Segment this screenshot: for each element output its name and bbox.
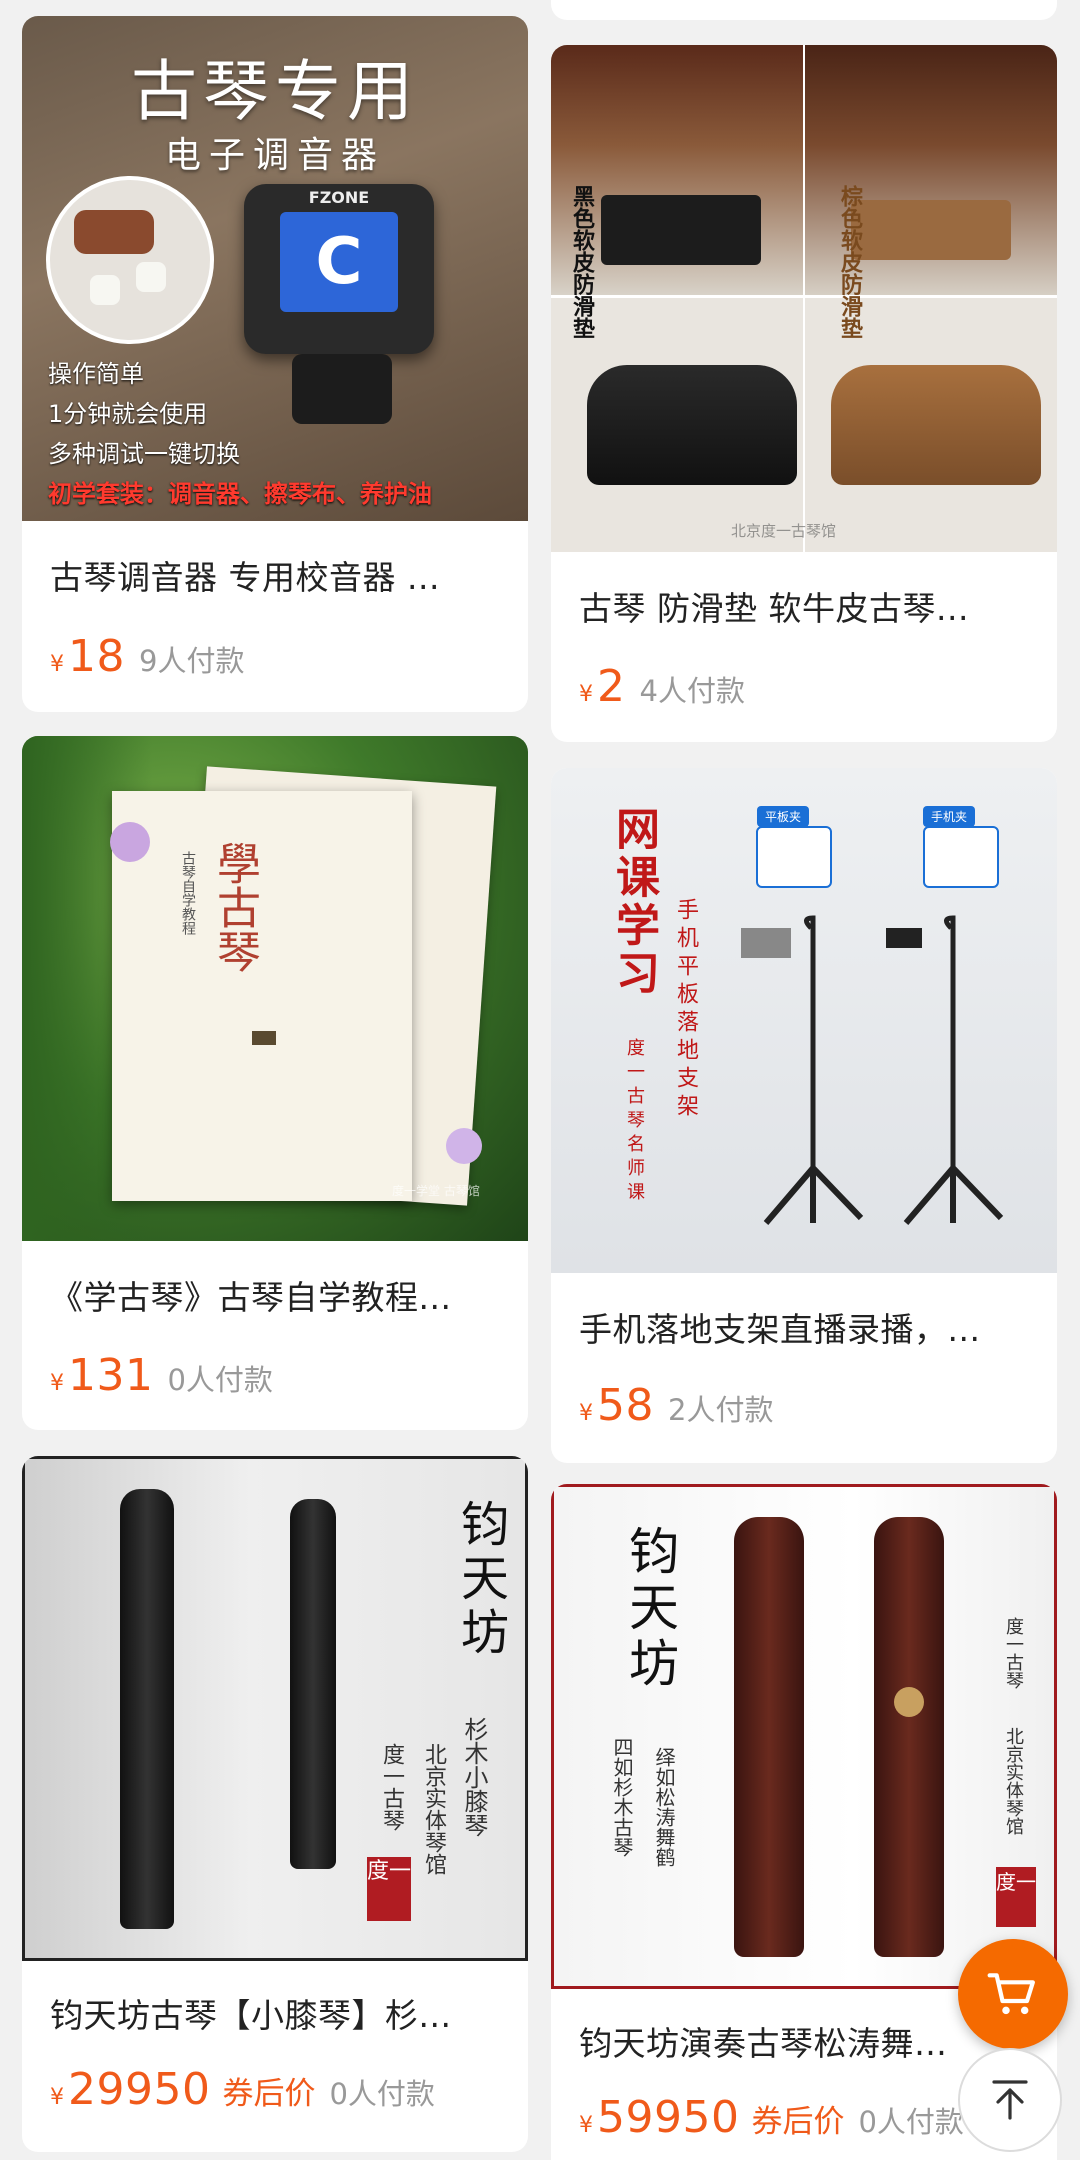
price-row: ¥ 18 9人付款 xyxy=(50,631,244,682)
sold-count: 0人付款 xyxy=(167,1363,273,1397)
back-to-top-button[interactable] xyxy=(958,2048,1062,2152)
image-watermark: 度一学堂 古琴馆 xyxy=(392,1184,480,1198)
feature-line: 1分钟就会使用 xyxy=(48,400,208,428)
product-price: 131 xyxy=(68,1350,154,1401)
kit-line: 初学套装：调音器、擦琴布、养护油 xyxy=(48,480,432,508)
guqin-back xyxy=(874,1517,944,1957)
product-image[interactable]: 古琴专用 电子调音器 FZONE C 操作简单 1分钟就会使用 多种调试一键切换… xyxy=(22,16,528,521)
price-row: ¥ 59950 券后价 0人付款 xyxy=(579,2092,964,2143)
shop-vertical: 北京实体琴馆 xyxy=(421,1743,446,1875)
shop-vertical: 度一古琴 xyxy=(379,1743,404,1831)
image-headline: 古琴专用 xyxy=(131,53,419,130)
book-subtitle: 古琴自学教程 xyxy=(180,851,196,935)
sold-count: 0人付款 xyxy=(858,2105,964,2139)
product-card[interactable]: 钧天坊 杉木小膝琴 北京实体琴馆 度一古琴 度一 钧天坊古琴【小膝琴】杉... … xyxy=(22,1456,528,2152)
arrow-up-icon xyxy=(992,2080,1028,2120)
model-vertical: 绎如松涛舞鹤 xyxy=(652,1747,676,1867)
currency-symbol: ¥ xyxy=(50,652,64,677)
sold-count: 2人付款 xyxy=(668,1393,774,1427)
currency-symbol: ¥ xyxy=(50,2085,64,2110)
cart-button[interactable] xyxy=(958,1939,1068,2049)
product-card[interactable]: 學古琴 古琴自学教程 度一学堂 古琴馆 《学古琴》古琴自学教程... ¥ 131… xyxy=(22,736,528,1430)
seal-stamp: 度一 xyxy=(367,1857,411,1921)
price-row: ¥ 29950 券后价 0人付款 xyxy=(50,2064,435,2115)
product-title: 手机落地支架直播录播，... xyxy=(579,1310,981,1349)
price-row: ¥ 2 4人付款 xyxy=(579,661,745,712)
cart-icon xyxy=(987,1973,1035,2015)
stand-illustration xyxy=(741,915,1004,1225)
product-price: 18 xyxy=(68,631,125,682)
product-title: 古琴调音器 专用校音器 ... xyxy=(50,558,440,597)
product-card[interactable]: 古琴专用 电子调音器 FZONE C 操作简单 1分钟就会使用 多种调试一键切换… xyxy=(22,16,528,712)
seal-stamp: 度一 xyxy=(996,1867,1036,1927)
currency-symbol: ¥ xyxy=(50,1371,64,1396)
pad-black-large xyxy=(587,365,797,485)
flower xyxy=(446,1128,482,1164)
accessory-circle xyxy=(46,176,214,344)
shop-vertical: 度一古琴 xyxy=(1003,1617,1024,1689)
label-vertical: 棕色软皮防滑垫 xyxy=(837,185,862,339)
product-price: 58 xyxy=(597,1380,654,1431)
feature-line: 操作简单 xyxy=(48,360,144,388)
image-watermark: 北京度一古琴馆 xyxy=(731,522,837,540)
product-image[interactable]: 钧天坊 杉木小膝琴 北京实体琴馆 度一古琴 度一 xyxy=(22,1456,528,1961)
currency-symbol: ¥ xyxy=(579,682,593,707)
price-row: ¥ 58 2人付款 xyxy=(579,1380,773,1431)
sold-count: 9人付款 xyxy=(139,644,245,678)
tuner-brand: FZONE xyxy=(308,188,370,207)
product-title: 钧天坊古琴【小膝琴】杉... xyxy=(50,1996,452,2035)
model-vertical: 杉木小膝琴 xyxy=(460,1717,488,1837)
product-price: 29950 xyxy=(68,2064,211,2115)
flower xyxy=(110,822,150,862)
tuner-device: FZONE C xyxy=(244,184,434,354)
model-vertical: 四如杉木古琴 xyxy=(610,1737,634,1857)
feature-line: 多种调试一键切换 xyxy=(48,440,240,468)
currency-symbol: ¥ xyxy=(579,2113,593,2138)
guqin-body xyxy=(120,1489,174,1929)
book-title: 學古琴 xyxy=(209,841,260,973)
product-image[interactable]: 學古琴 古琴自学教程 度一学堂 古琴馆 xyxy=(22,736,528,1241)
coupon-label: 券后价 xyxy=(222,2076,316,2112)
guqin-front xyxy=(734,1517,804,1957)
seal-text: 度一 xyxy=(996,1870,1036,1894)
coupon-label: 券后价 xyxy=(751,2104,845,2140)
product-image[interactable]: 网课学习 手机平板落地支架 度一古琴名师课 平板夹 手机夹 xyxy=(551,768,1057,1273)
product-image[interactable]: 黑色软皮防滑垫 棕色软皮防滑垫 北京度一古琴馆 xyxy=(551,45,1057,552)
brand-vertical: 钧天坊 xyxy=(621,1525,679,1693)
tuner-clip xyxy=(292,354,392,424)
product-price: 2 xyxy=(597,661,626,712)
brand-vertical: 钧天坊 xyxy=(452,1499,508,1661)
product-card-partial[interactable] xyxy=(551,0,1057,20)
tuner-note: C xyxy=(315,225,363,299)
pad-black xyxy=(601,195,761,265)
price-row: ¥ 131 0人付款 xyxy=(50,1350,273,1401)
product-title: 《学古琴》古琴自学教程... xyxy=(50,1278,452,1317)
product-image[interactable]: 钧天坊 四如杉木古琴 绎如松涛舞鹤 度一古琴 北京实体琴馆 度一 xyxy=(551,1484,1057,1989)
label-vertical: 黑色软皮防滑垫 xyxy=(569,185,594,339)
product-card[interactable]: 网课学习 手机平板落地支架 度一古琴名师课 平板夹 手机夹 手机落地支架直播录播… xyxy=(551,768,1057,1463)
guqin-body xyxy=(290,1499,336,1869)
tuner-screen: C xyxy=(280,212,398,312)
pad-brown xyxy=(851,200,1011,260)
sold-count: 4人付款 xyxy=(639,674,745,708)
image-subhead: 电子调音器 xyxy=(164,135,385,176)
currency-symbol: ¥ xyxy=(579,1401,593,1426)
product-title: 钧天坊演奏古琴松涛舞鹤 xyxy=(579,2024,947,2063)
pad-brown-large xyxy=(831,365,1041,485)
sold-count: 0人付款 xyxy=(329,2077,435,2111)
product-title: 古琴 防滑垫 软牛皮古琴... xyxy=(579,589,969,628)
product-price: 59950 xyxy=(597,2092,740,2143)
seal-text: 度一 xyxy=(367,1859,412,1884)
product-card[interactable]: 黑色软皮防滑垫 棕色软皮防滑垫 北京度一古琴馆 古琴 防滑垫 软牛皮古琴... … xyxy=(551,45,1057,742)
book-cover: 學古琴 古琴自学教程 xyxy=(112,791,412,1201)
shop-vertical: 北京实体琴馆 xyxy=(1003,1727,1024,1835)
